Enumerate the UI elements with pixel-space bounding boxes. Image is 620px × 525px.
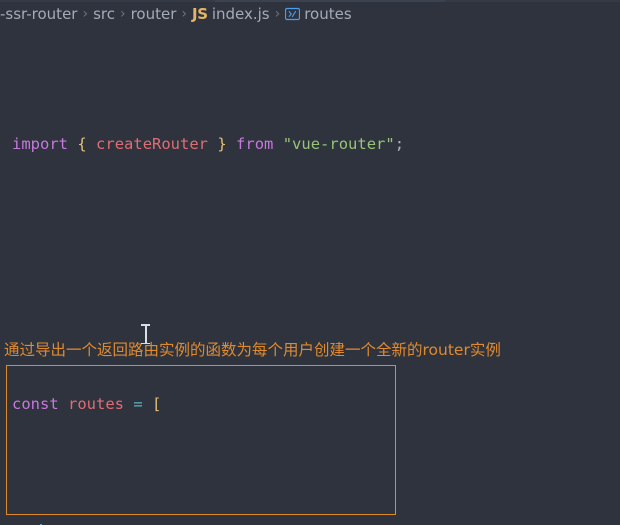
breadcrumb-item-file[interactable]: index.js: [212, 5, 270, 23]
ibeam-stem: [145, 325, 147, 343]
editor-window: -ssr-router › src › router › JS index.js…: [0, 0, 620, 525]
code-line[interactable]: import { createRouter } from "vue-router…: [0, 131, 620, 157]
mouse-ibeam-cursor: [141, 323, 150, 345]
breadcrumb-separator: ›: [82, 6, 89, 22]
token-keyword: const: [12, 395, 59, 413]
breadcrumb-separator: ›: [119, 6, 126, 22]
breadcrumb-item-project[interactable]: -ssr-router: [0, 5, 77, 23]
variable-icon: [285, 7, 301, 21]
js-file-icon: JS: [192, 5, 208, 23]
token-brace: {: [77, 135, 87, 153]
annotation-text: 通过导出一个返回路由实例的函数为每个用户创建一个全新的router实例: [4, 341, 501, 359]
token-brace: }: [217, 135, 227, 153]
token-semicolon: ;: [394, 135, 405, 153]
breadcrumb[interactable]: -ssr-router › src › router › JS index.js…: [0, 2, 620, 26]
token-operator: =: [133, 395, 143, 413]
code-line-blank[interactable]: [0, 261, 620, 287]
token-identifier: createRouter: [96, 135, 209, 153]
token-string: "vue-router": [282, 135, 395, 153]
breadcrumb-item-symbol[interactable]: routes: [304, 5, 351, 23]
breadcrumb-separator: ›: [274, 6, 281, 22]
token-keyword-from: from: [236, 135, 274, 153]
breadcrumb-separator: ›: [181, 6, 188, 22]
breadcrumb-item-router[interactable]: router: [131, 5, 177, 23]
token-keyword: import: [12, 135, 68, 153]
ibeam-bottom-cap: [141, 342, 150, 344]
breadcrumb-item-src[interactable]: src: [93, 5, 115, 23]
code-line[interactable]: const routes = [: [0, 391, 620, 417]
code-line[interactable]: {: [0, 521, 620, 525]
code-editor-content[interactable]: import { createRouter } from "vue-router…: [0, 27, 620, 525]
token-bracket: [: [152, 395, 162, 413]
token-identifier: routes: [68, 395, 125, 413]
